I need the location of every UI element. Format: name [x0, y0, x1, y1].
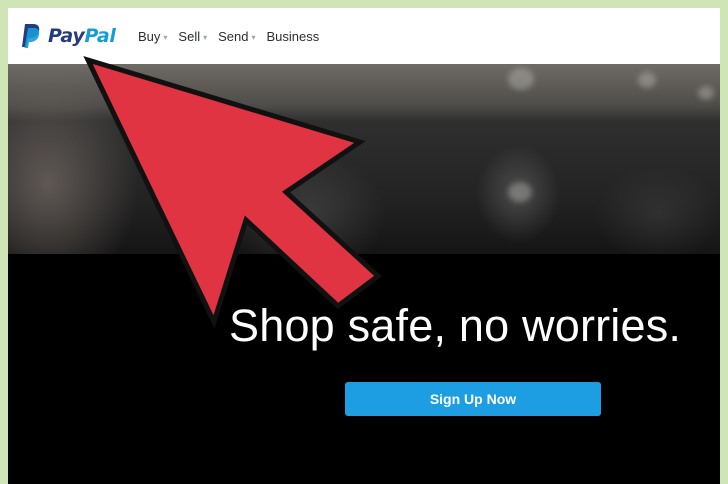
nav-item-business[interactable]: Business: [267, 29, 320, 44]
logo-wordmark: PayPal: [48, 25, 116, 47]
hero-headline: Shop safe, no worries.: [229, 300, 682, 351]
bokeh-light: [638, 72, 656, 88]
main-nav: Buy ▾ Sell ▾ Send ▾ Business: [138, 8, 330, 64]
paypal-logo[interactable]: PayPal: [20, 22, 116, 50]
chevron-down-icon: ▾: [203, 32, 208, 42]
bokeh-light: [508, 68, 534, 90]
nav-item-label: Business: [266, 28, 320, 44]
chevron-down-icon: ▾: [251, 32, 256, 42]
nav-item-label: Send: [218, 28, 249, 44]
paypal-p-icon: [22, 24, 40, 48]
bokeh-light: [508, 182, 532, 202]
bokeh-light: [698, 86, 714, 100]
site-header: PayPal Buy ▾ Sell ▾ Send ▾ Business: [8, 8, 720, 64]
nav-item-label: Sell: [178, 28, 201, 44]
hero-dark-panel: [8, 254, 720, 484]
nav-item-send[interactable]: Send ▾: [218, 29, 255, 44]
hero-background-image: [8, 64, 720, 254]
nav-item-label: Buy: [138, 28, 161, 44]
sign-up-button[interactable]: Sign Up Now: [345, 382, 601, 416]
chevron-down-icon: ▾: [163, 32, 168, 42]
nav-item-sell[interactable]: Sell ▾: [178, 29, 207, 44]
browser-viewport: PayPal Buy ▾ Sell ▾ Send ▾ Business Shop…: [8, 8, 720, 484]
illustration-frame: PayPal Buy ▾ Sell ▾ Send ▾ Business Shop…: [0, 0, 728, 484]
nav-item-buy[interactable]: Buy ▾: [138, 29, 167, 44]
